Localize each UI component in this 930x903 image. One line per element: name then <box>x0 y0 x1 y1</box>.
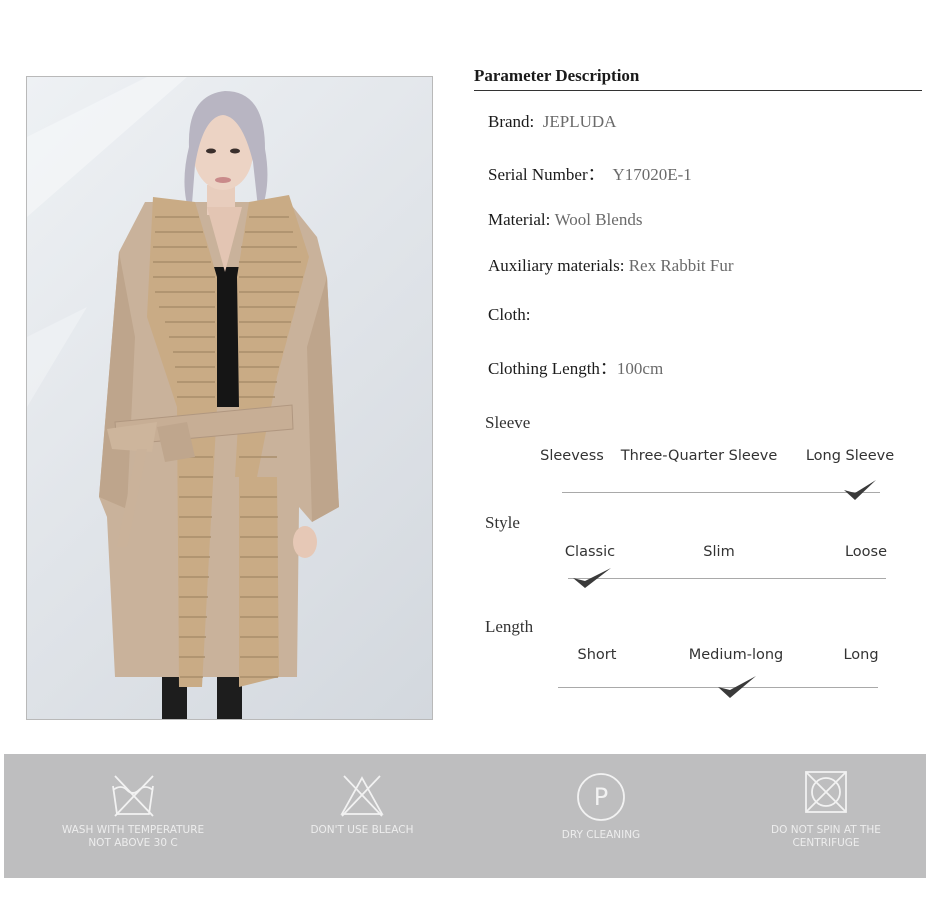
sleeve-scale-title: Sleeve <box>485 413 531 432</box>
style-check-icon <box>573 568 611 588</box>
spec-value: JEPLUDA <box>542 112 617 131</box>
title-divider <box>474 90 922 91</box>
style-option: Classic <box>564 544 616 560</box>
spec-value: 100cm <box>616 359 664 378</box>
spec-material: Material: Wool Blends <box>488 210 642 230</box>
parameter-description-title: Parameter Description <box>474 66 640 85</box>
style-option: Slim <box>703 544 735 560</box>
care-item-no-bleach: DON'T USE BLEACH <box>262 754 462 878</box>
care-instructions-bar: WASH WITH TEMPERATURE NOT ABOVE 30 C DON… <box>4 754 926 878</box>
style-scale-line <box>568 578 886 579</box>
no-bleach-triangle-icon <box>340 775 384 817</box>
spec-label: Serial Number： <box>488 165 605 184</box>
spec-value: Y17020E-1 <box>612 165 692 184</box>
length-scale-title: Length <box>485 617 534 636</box>
care-item-dry-cleaning: P DRY CLEANING <box>501 754 701 878</box>
length-option: Long <box>843 647 879 663</box>
product-photo <box>26 76 433 720</box>
style-option: Loose <box>844 544 888 560</box>
care-item-no-spin: DO NOT SPIN AT THE CENTRIFUGE <box>726 754 926 878</box>
length-option: Medium-long <box>688 647 784 663</box>
care-label: DRY CLEANING <box>561 829 641 841</box>
spec-label: Material: <box>488 210 551 229</box>
length-option: Short <box>577 647 617 663</box>
svg-text:P: P <box>594 783 608 811</box>
no-tumble-dry-icon <box>805 771 847 813</box>
sleeve-scale-line <box>562 492 880 493</box>
care-label: WASH WITH TEMPERATURE NOT ABOVE 30 C <box>61 824 205 849</box>
spec-label: Brand: <box>488 112 535 131</box>
spec-label: Clothing Length： <box>488 359 617 378</box>
spec-label: Auxiliary materials: <box>488 256 625 275</box>
care-label: DON'T USE BLEACH <box>310 824 414 836</box>
spec-serial-number: Serial Number： Y17020E-1 <box>488 160 692 185</box>
no-wash-tub-icon <box>112 775 154 817</box>
length-check-icon <box>718 676 756 698</box>
spec-value: Wool Blends <box>554 210 643 229</box>
dry-clean-p-icon: P <box>577 773 625 821</box>
spec-clothing-length: Clothing Length：100cm <box>488 354 663 379</box>
sleeve-option: Long Sleeve <box>805 448 895 464</box>
spec-auxiliary-materials: Auxiliary materials: Rex Rabbit Fur <box>488 256 734 276</box>
sleeve-check-icon <box>844 480 876 500</box>
sleeve-option: Sleevess <box>540 448 604 464</box>
spec-cloth: Cloth: <box>488 305 531 325</box>
spec-brand: Brand: JEPLUDA <box>488 112 616 132</box>
spec-label: Cloth: <box>488 305 531 324</box>
spec-value: Rex Rabbit Fur <box>628 256 734 275</box>
care-label: DO NOT SPIN AT THE CENTRIFUGE <box>771 824 881 849</box>
style-scale-title: Style <box>485 513 520 532</box>
care-item-wash-temperature: WASH WITH TEMPERATURE NOT ABOVE 30 C <box>33 754 233 878</box>
sleeve-option: Three-Quarter Sleeve <box>620 448 778 464</box>
